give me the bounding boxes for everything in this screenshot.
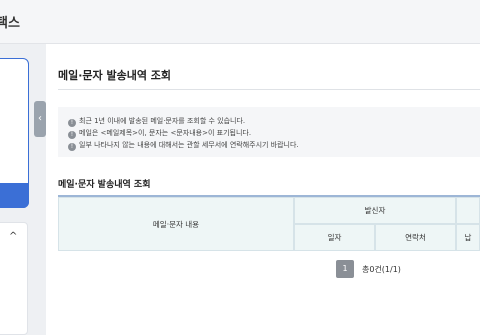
chevron-up-icon[interactable]: ^ [9, 231, 17, 242]
info-icon: ! [68, 119, 76, 127]
section-title: 메일·문자 발송내역 조회 [58, 180, 151, 190]
notice-text: 메일은 <메일제목>이, 문자는 <문자내용>이 표기됩니다. [79, 129, 252, 137]
notice-item: ! 일부 나타나지 않는 내용에 대해서는 관할 세무서에 연락해주시기 바랍니다… [68, 140, 299, 151]
history-table: 메일·문자 내용 발신자 일자 연락처 납 [58, 195, 480, 251]
main-content: 메일·문자 발송내역 조회 ! 최근 1년 이내에 발송된 메일·문자를 조회할 … [46, 44, 480, 335]
sidebar-menu: ^ [0, 222, 28, 335]
info-icon: ! [68, 143, 76, 151]
sidebar-action-button[interactable] [0, 183, 29, 208]
table-header-contact: 연락처 [375, 224, 456, 251]
top-bar: 택스 [0, 0, 480, 44]
notice-text: 일부 나타나지 않는 내용에 대해서는 관할 세무서에 연락해주시기 바랍니다. [79, 141, 299, 149]
notice-box: ! 최근 1년 이내에 발송된 메일·문자를 조회할 수 있습니다. ! 메일은 <… [58, 107, 480, 157]
page-title: 메일·문자 발송내역 조회 [58, 69, 172, 82]
table-header-extra [456, 197, 480, 224]
table-header-sender: 발신자 [294, 197, 456, 224]
title-divider [58, 89, 480, 90]
info-icon: ! [68, 131, 76, 139]
table-header-date: 일자 [294, 224, 375, 251]
chevron-left-icon: ‹ [38, 113, 42, 124]
table-header-next: 납 [456, 224, 480, 251]
notice-item: ! 메일은 <메일제목>이, 문자는 <문자내용>이 표기됩니다. [68, 128, 251, 139]
notice-item: ! 최근 1년 이내에 발송된 메일·문자를 조회할 수 있습니다. [68, 116, 245, 127]
result-count: 총0건(1/1) [362, 265, 401, 274]
notice-text: 최근 1년 이내에 발송된 메일·문자를 조회할 수 있습니다. [79, 117, 246, 125]
table-header-content: 메일·문자 내용 [58, 197, 294, 251]
sidebar-toggle-button[interactable]: ‹ [34, 101, 46, 137]
left-panel: ^ [0, 44, 32, 335]
app-title: 택스 [0, 16, 20, 31]
page-button-1[interactable]: 1 [336, 260, 354, 278]
